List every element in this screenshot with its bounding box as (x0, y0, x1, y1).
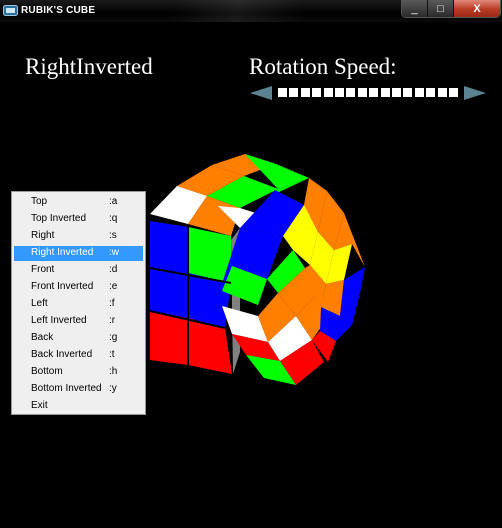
menu-item-exit[interactable]: Exit (14, 399, 143, 414)
menu-item-label: Exit (31, 400, 48, 411)
menu-item-top[interactable]: Top :a (14, 195, 143, 210)
menu-item-shortcut: :h (109, 366, 118, 377)
menu-item-shortcut: :d (109, 264, 118, 275)
menu-item-label: Back (31, 332, 54, 343)
menu-item-shortcut: :f (109, 298, 115, 309)
menu-item-left[interactable]: Left :f (14, 297, 143, 312)
menu-item-back[interactable]: Back :g (14, 331, 143, 346)
menu-item-label: Right Inverted (31, 247, 94, 258)
menu-item-label: Left (31, 298, 48, 309)
menu-item-label: Top (31, 196, 48, 207)
menu-item-shortcut: :y (109, 383, 117, 394)
menu-item-shortcut: :a (109, 196, 118, 207)
move-context-menu: Top :a Top Inverted :q Right :s Right Inverted… (11, 191, 146, 415)
menu-item-label: Back Inverted (31, 349, 93, 360)
menu-item-label: Bottom (31, 366, 63, 377)
menu-item-shortcut: :w (109, 247, 119, 258)
menu-item-bottom-inverted[interactable]: Bottom Inverted :y (14, 382, 143, 397)
menu-item-right[interactable]: Right :s (14, 229, 143, 244)
menu-item-label: Right (31, 230, 55, 241)
menu-item-left-inverted[interactable]: Left Inverted :r (14, 314, 143, 329)
menu-item-label: Front (31, 264, 55, 275)
menu-item-front[interactable]: Front :d (14, 263, 143, 278)
menu-item-label: Top Inverted (31, 213, 87, 224)
menu-item-shortcut: :s (109, 230, 117, 241)
menu-item-label: Front Inverted (31, 281, 94, 292)
menu-item-shortcut: :r (109, 315, 116, 326)
menu-item-shortcut: :g (109, 332, 118, 343)
cube-front-face (150, 221, 240, 374)
menu-item-shortcut: :t (109, 349, 115, 360)
menu-item-shortcut: :q (109, 213, 118, 224)
menu-item-back-inverted[interactable]: Back Inverted :t (14, 348, 143, 363)
menu-item-label: Bottom Inverted (31, 383, 102, 394)
menu-item-top-inverted[interactable]: Top Inverted :q (14, 212, 143, 227)
menu-item-shortcut: :e (109, 281, 118, 292)
menu-item-front-inverted[interactable]: Front Inverted :e (14, 280, 143, 295)
menu-item-bottom[interactable]: Bottom :h (14, 365, 143, 380)
menu-item-right-inverted[interactable]: Right Inverted :w (14, 246, 143, 261)
menu-item-label: Left Inverted (31, 315, 87, 326)
